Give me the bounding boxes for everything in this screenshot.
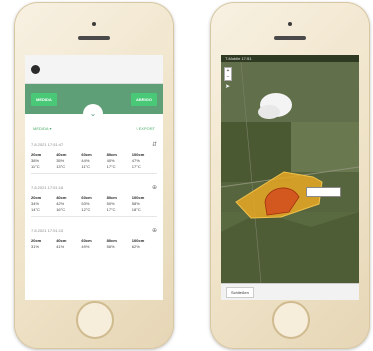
info-popup[interactable] — [306, 187, 341, 197]
measurement-grid: 20cm 40cm 60cm 80cm 100cm 31% 41% 49% 56… — [31, 238, 157, 249]
moisture-value: 38% — [31, 158, 40, 163]
temperature-value: 12°C — [81, 207, 91, 212]
depth-label: 40cm — [56, 195, 67, 200]
moisture-value: 56% — [106, 244, 115, 249]
moisture-value: 44% — [81, 158, 90, 163]
measurement-timestamp: 7.8.2021 17:51:16 — [31, 185, 64, 190]
export-button[interactable]: \ EXPORT — [136, 126, 155, 131]
zoom-out-button[interactable]: − — [225, 74, 231, 80]
divider — [31, 216, 157, 217]
moisture-value: 41% — [56, 244, 65, 249]
depth-label: 100cm — [131, 152, 145, 157]
depth-label: 100cm — [131, 195, 145, 200]
moisture-value: 50% — [106, 201, 115, 206]
depth-label: 80cm — [106, 238, 117, 243]
divider — [31, 173, 157, 174]
measurement-timestamp: 7.8.2021 17:51:47 — [31, 142, 64, 147]
abrigo-button[interactable]: ABRIGO — [131, 92, 157, 106]
depth-label: 20cm — [31, 152, 42, 157]
depth-label: 80cm — [106, 195, 117, 200]
moisture-value: 31% — [31, 244, 40, 249]
temperature-value: 17°C — [131, 164, 141, 169]
right-phone: T-Mobile 17:51 + − ➤ Schließen — [210, 2, 370, 349]
app-header — [25, 55, 163, 84]
settings-gear-icon[interactable] — [31, 64, 40, 74]
front-camera-icon — [92, 22, 96, 26]
medida-button[interactable]: MEDIDA — [31, 92, 57, 106]
temperature-value: 11°C — [31, 164, 40, 169]
depth-label: 20cm — [31, 238, 42, 243]
measurement-block[interactable]: 7.8.2021 17:51:15 ⊕ 20cm 40cm 60cm 80cm … — [25, 219, 163, 251]
close-button[interactable]: Schließen — [226, 287, 254, 298]
depth-label: 40cm — [56, 238, 67, 243]
left-screen: MEDIDA ABRIGO ⌄ MEDIDA ▾ \ EXPORT 7.8.20… — [25, 55, 163, 300]
earpiece-icon — [274, 36, 306, 40]
depth-label: 60cm — [81, 195, 92, 200]
front-camera-icon — [288, 22, 292, 26]
moisture-value: 34% — [31, 201, 40, 206]
zoom-control[interactable]: + − — [224, 67, 232, 81]
earpiece-icon — [78, 36, 110, 40]
temperature-value: 16°C — [56, 207, 66, 212]
moisture-value: 35% — [56, 158, 65, 163]
cloud — [258, 105, 280, 119]
map-bottom-bar: Schließen — [221, 283, 359, 300]
moisture-value: 62% — [131, 244, 140, 249]
temperature-value: 18°C — [131, 207, 141, 212]
action-band: MEDIDA ABRIGO ⌄ — [25, 84, 163, 124]
temperature-value: 17°C — [106, 164, 116, 169]
depth-label: 100cm — [131, 238, 145, 243]
depth-label: 40cm — [56, 152, 67, 157]
map-screen: T-Mobile 17:51 + − ➤ Schließen — [221, 55, 359, 300]
temperature-value: 13°C — [56, 164, 66, 169]
home-button[interactable] — [272, 301, 310, 339]
left-phone: MEDIDA ABRIGO ⌄ MEDIDA ▾ \ EXPORT 7.8.20… — [14, 2, 174, 349]
depth-label: 60cm — [81, 238, 92, 243]
satellite-map[interactable] — [221, 62, 359, 283]
measurement-block[interactable]: 7.8.2021 17:51:47 ⇵ 20cm 40cm 60cm 80cm … — [25, 133, 163, 176]
moisture-value: 40% — [106, 158, 115, 163]
chevron-down-icon[interactable]: ⌄ — [83, 104, 103, 124]
plus-icon[interactable]: ⊕ — [152, 227, 157, 234]
measurement-block[interactable]: 7.8.2021 17:51:16 ⊕ 20cm 40cm 60cm 80cm … — [25, 176, 163, 219]
measurement-grid: 20cm 40cm 60cm 80cm 100cm 38% 35% 44% 40… — [31, 152, 157, 169]
measurement-timestamp: 7.8.2021 17:51:15 — [31, 228, 64, 233]
moisture-value: 49% — [81, 244, 90, 249]
temperature-value: 11°C — [81, 164, 91, 169]
home-button[interactable] — [76, 301, 114, 339]
moisture-value: 42% — [56, 201, 65, 206]
moisture-value: 47% — [131, 158, 140, 163]
depth-label: 60cm — [81, 152, 92, 157]
status-bar: T-Mobile 17:51 — [221, 55, 359, 62]
plus-icon[interactable]: ⊕ — [152, 184, 157, 191]
filter-icon[interactable]: ⇵ — [152, 141, 157, 148]
depth-label: 20cm — [31, 195, 42, 200]
moisture-value: 58% — [131, 201, 140, 206]
temperature-value: 17°C — [106, 207, 116, 212]
depth-label: 80cm — [106, 152, 117, 157]
moisture-value: 53% — [81, 201, 90, 206]
measurement-grid: 20cm 40cm 60cm 80cm 100cm 34% 42% 53% 50… — [31, 195, 157, 212]
temperature-value: 14°C — [31, 207, 40, 212]
filter-dropdown[interactable]: MEDIDA ▾ — [33, 126, 51, 131]
location-pin-icon[interactable]: ➤ — [225, 83, 230, 90]
